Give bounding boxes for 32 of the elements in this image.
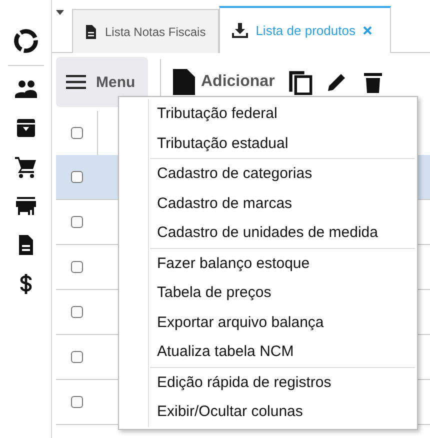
checkbox[interactable]	[71, 171, 83, 183]
menu-icon	[66, 75, 86, 89]
menu-item[interactable]: Cadastro de marcas	[119, 188, 417, 218]
logo-ring-icon[interactable]	[12, 28, 38, 54]
menu-item[interactable]: Exportar arquivo balança	[119, 308, 417, 337]
checkbox[interactable]	[71, 306, 83, 318]
download-icon	[232, 23, 248, 38]
store-icon[interactable]	[14, 194, 38, 218]
menu-item[interactable]: Edição rápida de registros	[119, 368, 417, 397]
menu-item[interactable]: Tabela de preços	[119, 278, 417, 308]
menu-item[interactable]: Tributação estadual	[119, 128, 417, 158]
checkbox[interactable]	[70, 127, 82, 139]
document-icon	[85, 24, 97, 38]
menu-item[interactable]: Fazer balanço estoque	[119, 248, 417, 278]
add-button[interactable]: Adicionar	[173, 69, 275, 95]
checkbox[interactable]	[71, 216, 83, 228]
menu-item[interactable]: Atualiza tabela NCM	[119, 337, 417, 366]
tab-label: Lista de produtos	[256, 23, 356, 38]
tab-label: Lista Notas Fiscais	[105, 24, 206, 38]
checkbox[interactable]	[71, 396, 83, 408]
menu-button[interactable]: Menu	[56, 57, 148, 107]
cart-icon[interactable]	[14, 155, 38, 179]
save-file-icon	[173, 69, 195, 95]
tab[interactable]: Lista Notas Fiscais	[72, 9, 219, 53]
menu-item[interactable]: Cadastro de unidades de medida	[119, 218, 417, 248]
menu-item[interactable]: Cadastro de categorias	[119, 159, 417, 188]
menu-item[interactable]: Exibir/Ocultar colunas	[119, 397, 417, 426]
close-icon[interactable]	[363, 26, 372, 35]
checkbox[interactable]	[71, 351, 83, 363]
dropdown-caret-icon[interactable]	[56, 10, 64, 15]
checkbox[interactable]	[71, 261, 83, 273]
copy-icon[interactable]	[286, 69, 313, 95]
